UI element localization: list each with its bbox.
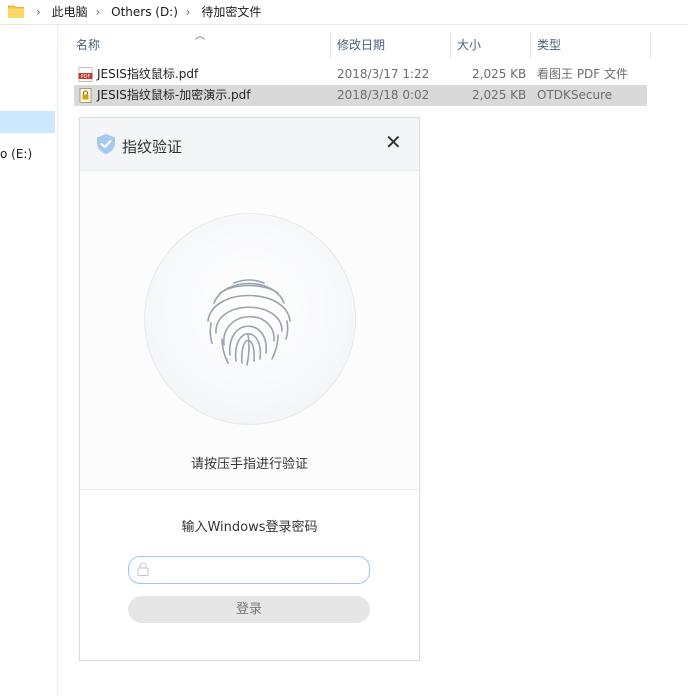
file-size: 2,025 KB xyxy=(472,88,527,102)
breadcrumb-folder[interactable]: 待加密文件 xyxy=(201,3,261,20)
password-label: 输入Windows登录密码 xyxy=(181,520,318,535)
column-divider[interactable] xyxy=(650,32,651,58)
column-divider[interactable] xyxy=(450,32,451,58)
file-name: JESIS指纹鼠标-加密演示.pdf xyxy=(97,88,251,102)
file-row[interactable]: PDF JESIS指纹鼠标.pdf 2018/3/17 1:22 2,025 K… xyxy=(74,64,647,85)
pdf-file-icon: PDF xyxy=(78,67,93,82)
navigation-pane: o (E:) xyxy=(0,25,58,696)
address-bar[interactable]: › 此电脑 › Others (D:) › 待加密文件 xyxy=(0,0,688,25)
folder-icon xyxy=(8,5,24,18)
fingerprint-area: 请按压手指进行验证 xyxy=(80,171,419,490)
file-modified: 2018/3/18 0:02 xyxy=(337,88,430,102)
shield-check-icon xyxy=(97,134,115,154)
column-header-modified[interactable]: 修改日期 xyxy=(337,32,385,58)
breadcrumb: › 此电脑 › Others (D:) › 待加密文件 xyxy=(32,3,261,20)
fingerprint-icon xyxy=(207,279,291,366)
password-field[interactable] xyxy=(128,556,370,584)
column-header-size[interactable]: 大小 xyxy=(457,32,481,58)
encrypted-file-icon xyxy=(79,88,92,103)
file-modified: 2018/3/17 1:22 xyxy=(337,67,430,81)
file-name: JESIS指纹鼠标.pdf xyxy=(97,67,199,81)
fingerprint-dialog: 指纹验证 ✕ 请按压手指进行验证 输入Windows登录密码 登录 xyxy=(79,117,420,661)
file-type: OTDKSecure xyxy=(537,88,613,102)
breadcrumb-drive[interactable]: Others (D:) xyxy=(111,5,178,19)
breadcrumb-this-pc[interactable]: 此电脑 xyxy=(52,3,88,20)
column-header-name[interactable]: 名称 xyxy=(76,32,100,58)
column-header-type[interactable]: 类型 xyxy=(537,32,561,58)
column-divider[interactable] xyxy=(330,32,331,58)
login-button[interactable]: 登录 xyxy=(128,596,370,623)
column-divider[interactable] xyxy=(530,32,531,58)
file-type: 看图王 PDF 文件 xyxy=(537,67,629,81)
dialog-header: 指纹验证 ✕ xyxy=(80,118,419,171)
close-icon[interactable]: ✕ xyxy=(385,130,402,154)
nav-item-drive-e[interactable]: o (E:) xyxy=(0,147,32,161)
file-row-selected[interactable]: JESIS指纹鼠标-加密演示.pdf 2018/3/18 0:02 2,025 … xyxy=(74,85,647,106)
sort-ascending-icon: ︿ xyxy=(195,31,205,42)
dialog-title: 指纹验证 xyxy=(122,138,183,156)
svg-text:PDF: PDF xyxy=(81,74,91,80)
nav-item-selected[interactable] xyxy=(0,111,55,133)
chevron-right-icon[interactable]: › xyxy=(36,5,41,19)
lock-icon xyxy=(137,562,149,576)
chevron-right-icon[interactable]: › xyxy=(186,5,191,19)
file-size: 2,025 KB xyxy=(472,67,527,81)
chevron-right-icon[interactable]: › xyxy=(95,5,100,19)
fingerprint-prompt: 请按压手指进行验证 xyxy=(190,457,308,472)
